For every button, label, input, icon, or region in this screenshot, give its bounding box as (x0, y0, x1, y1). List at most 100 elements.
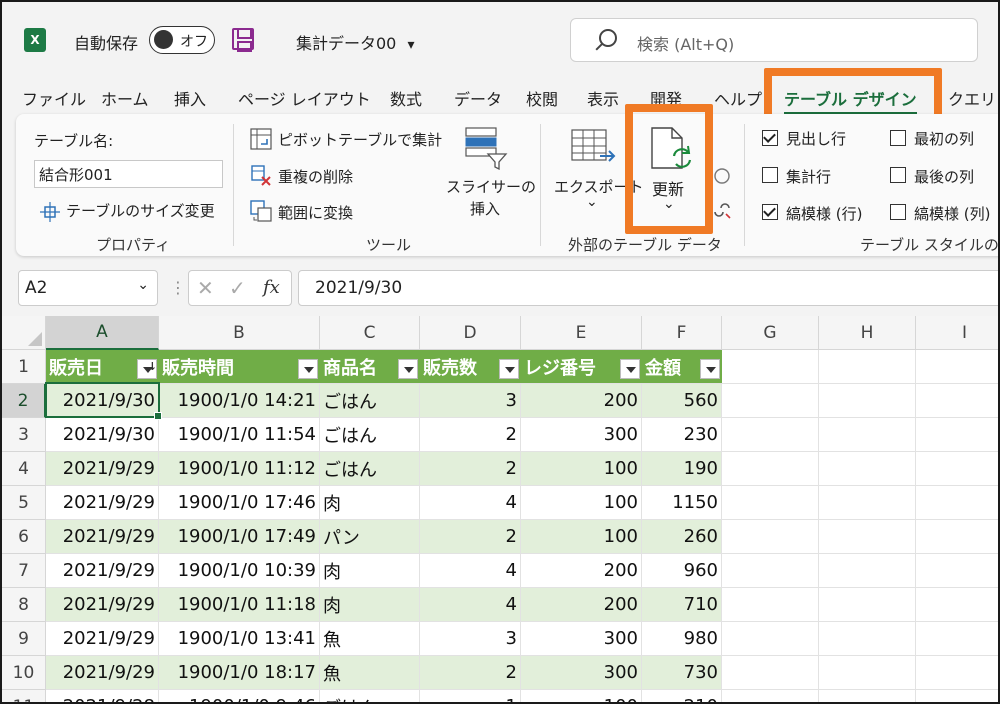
empty-cell[interactable] (819, 350, 916, 384)
empty-cell[interactable] (916, 588, 998, 622)
empty-cell[interactable] (722, 418, 819, 452)
table-cell[interactable]: 3 (420, 384, 521, 418)
tab-insert[interactable]: 挿入 (174, 86, 206, 110)
empty-cell[interactable] (722, 656, 819, 690)
last-column-checkbox[interactable] (890, 167, 906, 183)
row-header[interactable]: 9 (2, 622, 46, 656)
insert-function-icon[interactable]: fx (263, 277, 280, 298)
tab-help[interactable]: ヘルプ (714, 86, 762, 110)
filter-dropdown-icon[interactable] (499, 359, 519, 379)
header-row-checkbox[interactable] (762, 130, 778, 146)
table-cell[interactable]: ごはん (320, 418, 420, 452)
empty-cell[interactable] (916, 486, 998, 520)
row-header[interactable]: 10 (2, 656, 46, 690)
total-row-checkbox[interactable] (762, 167, 778, 183)
empty-cell[interactable] (916, 690, 998, 702)
row-header[interactable]: 4 (2, 452, 46, 486)
empty-cell[interactable] (819, 520, 916, 554)
tab-view[interactable]: 表示 (587, 86, 619, 110)
column-header-h[interactable]: H (819, 316, 916, 350)
table-cell[interactable]: 魚 (320, 622, 420, 656)
table-cell[interactable]: 3 (420, 622, 521, 656)
empty-cell[interactable] (819, 384, 916, 418)
column-header-f[interactable]: F (642, 316, 722, 350)
row-header[interactable]: 2 (2, 384, 46, 418)
row-header[interactable]: 1 (2, 350, 46, 384)
tab-review[interactable]: 校閲 (526, 86, 558, 110)
column-header-d[interactable]: D (420, 316, 521, 350)
tab-page-layout[interactable]: ページ レイアウト (238, 86, 371, 110)
table-cell[interactable]: 100 (521, 452, 642, 486)
table-cell[interactable]: 2021/9/30 (46, 418, 159, 452)
tab-query[interactable]: クエリ (948, 86, 996, 110)
table-cell[interactable]: 190 (642, 452, 722, 486)
table-cell[interactable]: 100 (521, 486, 642, 520)
empty-cell[interactable] (916, 452, 998, 486)
unlink-button[interactable] (712, 200, 734, 222)
table-cell[interactable]: 100 (521, 690, 642, 702)
empty-cell[interactable] (819, 486, 916, 520)
table-cell[interactable]: 2021/9/28 (46, 690, 159, 702)
table-cell[interactable]: パン (320, 520, 420, 554)
table-cell[interactable]: 2 (420, 520, 521, 554)
table-cell[interactable]: 肉 (320, 588, 420, 622)
table-cell[interactable]: 1900/1/0 14:21 (159, 384, 320, 418)
empty-cell[interactable] (916, 554, 998, 588)
filter-dropdown-icon[interactable] (620, 359, 640, 379)
table-cell[interactable]: 980 (642, 622, 722, 656)
empty-cell[interactable] (819, 554, 916, 588)
empty-cell[interactable] (819, 588, 916, 622)
empty-cell[interactable] (916, 350, 998, 384)
table-name-input[interactable]: 結合形001 (34, 160, 223, 188)
table-cell[interactable]: ごはん (320, 452, 420, 486)
table-cell[interactable]: 1900/1/0 10:39 (159, 554, 320, 588)
row-header[interactable]: 3 (2, 418, 46, 452)
column-header-i[interactable]: I (916, 316, 998, 350)
table-cell[interactable]: ごはん (320, 690, 420, 702)
open-in-browser-button[interactable] (712, 166, 734, 188)
table-cell[interactable]: 魚 (320, 656, 420, 690)
table-cell[interactable]: 730 (642, 656, 722, 690)
table-cell[interactable]: 200 (521, 554, 642, 588)
table-header-cell[interactable]: 金額 (642, 350, 722, 384)
empty-cell[interactable] (916, 622, 998, 656)
table-cell[interactable]: 2021/9/29 (46, 520, 159, 554)
cancel-icon[interactable]: ✕ (197, 276, 214, 300)
table-cell[interactable]: 1900/1/0 17:46 (159, 486, 320, 520)
banded-rows-checkbox[interactable] (762, 204, 778, 220)
table-cell[interactable]: 1900/1/0 13:41 (159, 622, 320, 656)
table-cell[interactable]: 300 (521, 418, 642, 452)
empty-cell[interactable] (722, 350, 819, 384)
first-column-checkbox[interactable] (890, 130, 906, 146)
worksheet-grid[interactable]: A B C D E F G H I 1 販売日 ↓ 販売時間 商品名 販売数 レジ番号 金額 2 2021/9/30… (2, 316, 998, 702)
table-cell[interactable]: 4 (420, 486, 521, 520)
table-cell[interactable]: 2 (420, 452, 521, 486)
table-cell[interactable]: 200 (521, 588, 642, 622)
empty-cell[interactable] (722, 384, 819, 418)
empty-cell[interactable] (819, 690, 916, 702)
table-cell[interactable]: 1900/1/0 17:49 (159, 520, 320, 554)
empty-cell[interactable] (916, 384, 998, 418)
filter-dropdown-icon[interactable] (700, 359, 720, 379)
table-header-cell[interactable]: レジ番号 (521, 350, 642, 384)
table-cell[interactable]: 1900/1/0 11:18 (159, 588, 320, 622)
table-cell[interactable]: 960 (642, 554, 722, 588)
tab-file[interactable]: ファイル (22, 86, 86, 110)
table-cell[interactable]: 2021/9/29 (46, 486, 159, 520)
table-header-cell[interactable]: 販売数 (420, 350, 521, 384)
row-header[interactable]: 8 (2, 588, 46, 622)
table-cell[interactable]: 2021/9/29 (46, 656, 159, 690)
empty-cell[interactable] (916, 520, 998, 554)
empty-cell[interactable] (819, 656, 916, 690)
table-cell[interactable]: 300 (521, 622, 642, 656)
empty-cell[interactable] (722, 486, 819, 520)
table-cell[interactable]: 2021/9/29 (46, 588, 159, 622)
table-cell[interactable]: 肉 (320, 554, 420, 588)
column-header-e[interactable]: E (521, 316, 642, 350)
table-header-cell[interactable]: 販売日 ↓ (46, 350, 159, 384)
table-cell[interactable]: 2021/9/29 (46, 622, 159, 656)
table-cell[interactable]: 560 (642, 384, 722, 418)
table-cell[interactable]: 260 (642, 520, 722, 554)
row-header[interactable]: 11 (2, 690, 46, 702)
table-header-cell[interactable]: 販売時間 (159, 350, 320, 384)
